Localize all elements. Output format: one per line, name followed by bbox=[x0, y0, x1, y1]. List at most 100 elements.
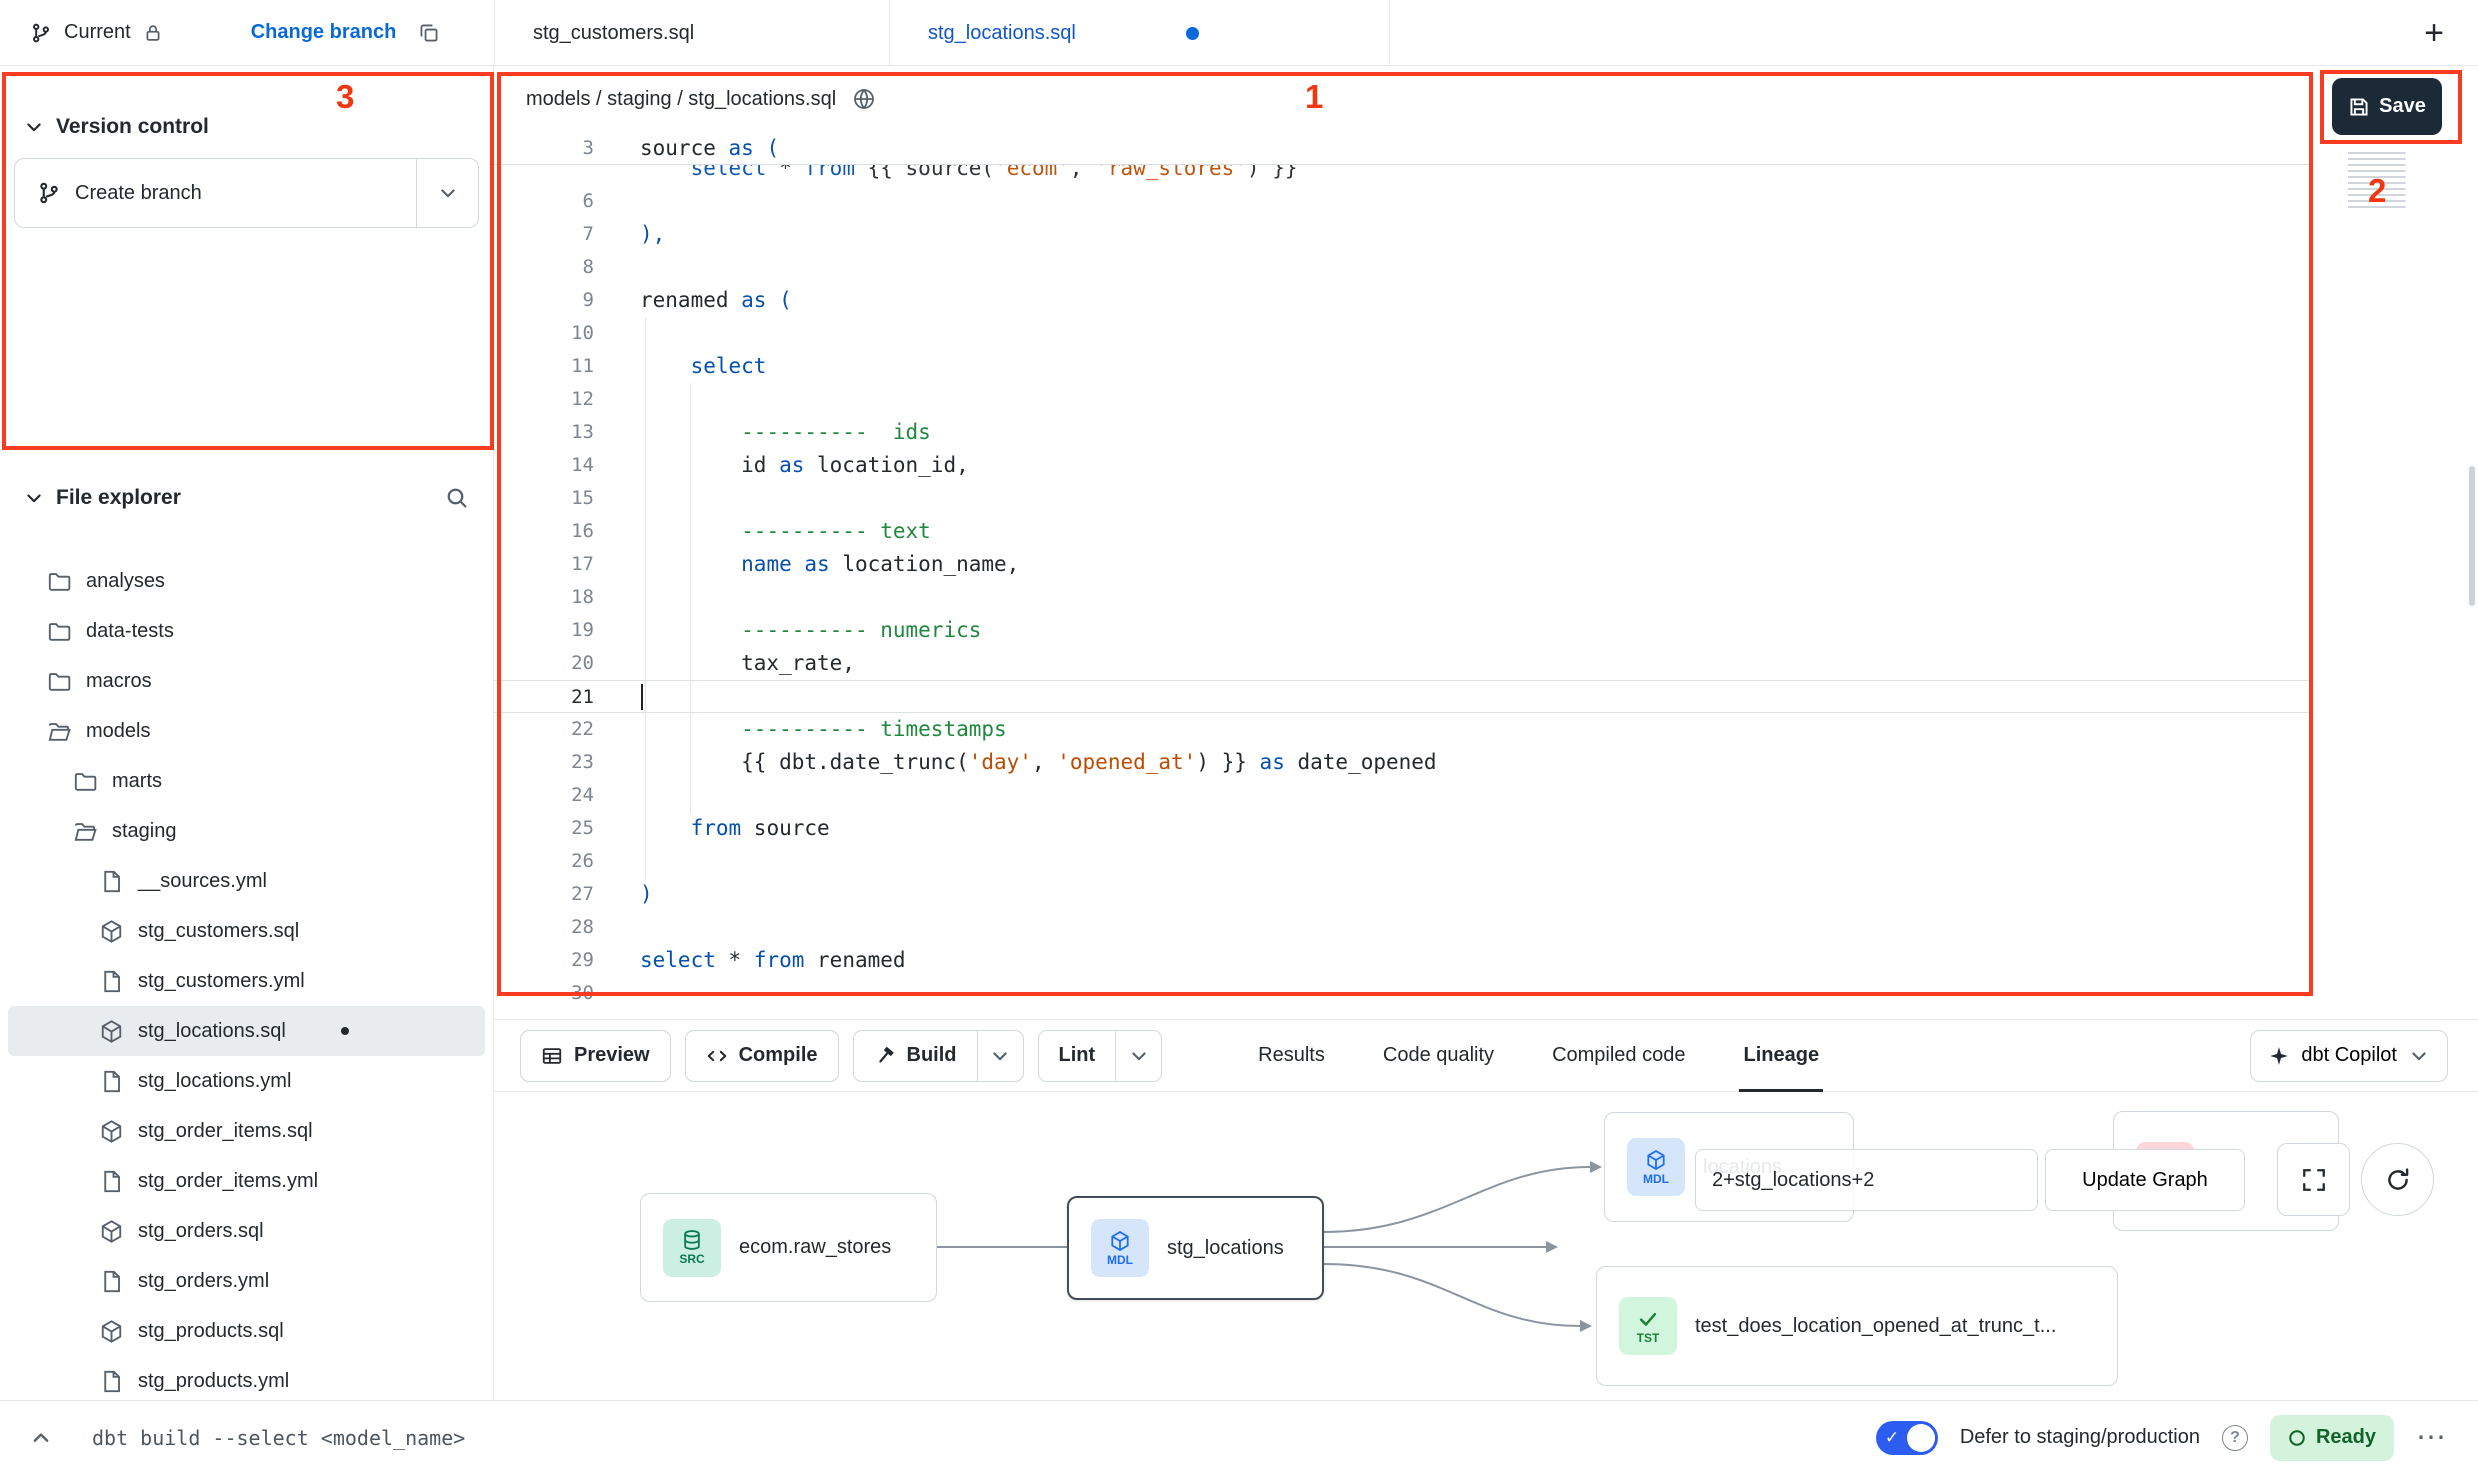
code-line-19[interactable]: 19 ---------- numerics bbox=[494, 614, 2312, 647]
file-item-stg_orders.yml[interactable]: stg_orders.yml bbox=[8, 1256, 485, 1306]
code-line-24[interactable]: 24 bbox=[494, 779, 2312, 812]
code-line-28[interactable]: 28 bbox=[494, 911, 2312, 944]
file-item-stg_order_items.yml[interactable]: stg_order_items.yml bbox=[8, 1156, 485, 1206]
lineage-selector-input[interactable]: 2+stg_locations+2 bbox=[1695, 1149, 2038, 1211]
file-icon bbox=[99, 1069, 125, 1094]
code-line-25[interactable]: 25 from source bbox=[494, 812, 2312, 845]
lineage-node-source[interactable]: SRC ecom.raw_stores bbox=[640, 1193, 937, 1302]
more-options-button[interactable]: ⋯ bbox=[2416, 1428, 2448, 1448]
file-item-stg_products.sql[interactable]: stg_products.sql bbox=[8, 1306, 485, 1356]
file-item-models[interactable]: models bbox=[8, 706, 485, 756]
code-line-30[interactable]: 30 bbox=[494, 977, 2312, 1010]
tab-stg-customers-sql[interactable]: stg_customers.sql bbox=[494, 0, 890, 66]
code-line-10[interactable]: 10 bbox=[494, 317, 2312, 350]
file-item-stg_order_items.sql[interactable]: stg_order_items.sql bbox=[8, 1106, 485, 1156]
file-item-analyses[interactable]: analyses bbox=[8, 556, 485, 606]
defer-label: Defer to staging/production bbox=[1960, 1426, 2200, 1449]
code-line-15[interactable]: 15 bbox=[494, 482, 2312, 515]
compile-button[interactable]: Compile bbox=[685, 1030, 839, 1082]
file-item-stg_locations.yml[interactable]: stg_locations.yml bbox=[8, 1056, 485, 1106]
folder-open-icon bbox=[47, 719, 73, 744]
create-branch-dropdown[interactable] bbox=[416, 159, 478, 227]
search-icon[interactable] bbox=[445, 486, 469, 510]
sidebar: Version control Create branch File explo… bbox=[0, 66, 494, 1400]
build-command-text: dbt build --select <model_name> bbox=[92, 1426, 465, 1450]
code-line-8[interactable]: 8 bbox=[494, 251, 2312, 284]
code-line-21[interactable]: 21 bbox=[494, 680, 2312, 713]
code-line-13[interactable]: 13 ---------- ids bbox=[494, 416, 2312, 449]
minimap[interactable] bbox=[2348, 152, 2420, 208]
create-branch-button[interactable]: Create branch bbox=[15, 159, 416, 227]
scrollbar-thumb[interactable] bbox=[2469, 466, 2475, 606]
file-label: stg_locations.yml bbox=[138, 1070, 291, 1093]
code-line-29[interactable]: 29select * from renamed bbox=[494, 944, 2312, 977]
code-editor[interactable]: 3 source as ( select * from {{ source('e… bbox=[494, 132, 2312, 1019]
defer-toggle[interactable]: ✓ bbox=[1876, 1421, 1938, 1455]
update-graph-button[interactable]: Update Graph bbox=[2045, 1149, 2245, 1211]
code-line-27[interactable]: 27) bbox=[494, 878, 2312, 911]
current-branch-control[interactable]: Current bbox=[30, 21, 163, 44]
file-explorer-header[interactable]: File explorer bbox=[0, 468, 493, 528]
file-item-stg_orders.sql[interactable]: stg_orders.sql bbox=[8, 1206, 485, 1256]
code-line-7[interactable]: 7), bbox=[494, 218, 2312, 251]
file-label: stg_order_items.sql bbox=[138, 1120, 313, 1143]
version-control-header[interactable]: Version control bbox=[0, 66, 493, 158]
toggle-knob bbox=[1907, 1424, 1935, 1452]
code-line-18[interactable]: 18 bbox=[494, 581, 2312, 614]
tab-lineage[interactable]: Lineage bbox=[1743, 1019, 1819, 1092]
change-branch-link[interactable]: Change branch bbox=[251, 21, 397, 44]
file-item-data-tests[interactable]: data-tests bbox=[8, 606, 485, 656]
help-icon[interactable]: ? bbox=[2222, 1425, 2248, 1451]
tab-stg-locations-sql[interactable]: stg_locations.sql bbox=[890, 0, 1390, 66]
code-line-12[interactable]: 12 bbox=[494, 383, 2312, 416]
code-line-9[interactable]: 9renamed as ( bbox=[494, 284, 2312, 317]
source-node-icon: SRC bbox=[663, 1219, 721, 1277]
code-line-23[interactable]: 23 {{ dbt.date_trunc('day', 'opened_at')… bbox=[494, 746, 2312, 779]
tab-results[interactable]: Results bbox=[1258, 1019, 1325, 1092]
preview-button[interactable]: Preview bbox=[520, 1030, 671, 1082]
file-item-__sources.yml[interactable]: __sources.yml bbox=[8, 856, 485, 906]
file-item-macros[interactable]: macros bbox=[8, 656, 485, 706]
tab-compiled-code[interactable]: Compiled code bbox=[1552, 1019, 1685, 1092]
chevron-up-icon[interactable] bbox=[30, 1427, 52, 1449]
globe-icon[interactable] bbox=[852, 87, 876, 111]
model-node-icon: MDL bbox=[1627, 1138, 1685, 1196]
file-label: stg_orders.sql bbox=[138, 1220, 264, 1243]
tab-code-quality[interactable]: Code quality bbox=[1383, 1019, 1494, 1092]
lineage-canvas[interactable]: SRC ecom.raw_stores MDL stg_locations MD… bbox=[494, 1092, 2478, 1400]
lint-button[interactable]: Lint bbox=[1038, 1030, 1117, 1082]
file-item-stg_locations.sql[interactable]: stg_locations.sql bbox=[8, 1006, 485, 1056]
fullscreen-button[interactable] bbox=[2277, 1143, 2350, 1216]
lineage-node-test[interactable]: TST test_does_location_opened_at_trunc_t… bbox=[1596, 1266, 2118, 1386]
file-item-stg_customers.yml[interactable]: stg_customers.yml bbox=[8, 956, 485, 1006]
file-label: stg_products.sql bbox=[138, 1320, 284, 1343]
file-item-marts[interactable]: marts bbox=[8, 756, 485, 806]
code-line-6[interactable]: 6 bbox=[494, 185, 2312, 218]
file-label: stg_order_items.yml bbox=[138, 1170, 318, 1193]
code-icon bbox=[706, 1045, 728, 1067]
node-label: stg_locations bbox=[1167, 1237, 1284, 1260]
code-line-26[interactable]: 26 bbox=[494, 845, 2312, 878]
code-line-20[interactable]: 20 tax_rate, bbox=[494, 647, 2312, 680]
build-dropdown[interactable] bbox=[978, 1030, 1024, 1082]
lineage-node-stg-locations[interactable]: MDL stg_locations bbox=[1067, 1196, 1324, 1300]
file-item-staging[interactable]: staging bbox=[8, 806, 485, 856]
new-tab-button[interactable]: + bbox=[2424, 16, 2444, 50]
file-label: stg_locations.sql bbox=[138, 1020, 286, 1043]
code-line-17[interactable]: 17 name as location_name, bbox=[494, 548, 2312, 581]
copy-icon[interactable] bbox=[418, 22, 440, 44]
lint-dropdown[interactable] bbox=[1116, 1030, 1162, 1082]
code-line-16[interactable]: 16 ---------- text bbox=[494, 515, 2312, 548]
code-line-22[interactable]: 22 ---------- timestamps bbox=[494, 713, 2312, 746]
clipped-code-line: select * from {{ source('ecom', 'raw_sto… bbox=[494, 165, 2312, 185]
file-label: __sources.yml bbox=[138, 870, 267, 893]
file-item-stg_products.yml[interactable]: stg_products.yml bbox=[8, 1356, 485, 1400]
code-line-14[interactable]: 14 id as location_id, bbox=[494, 449, 2312, 482]
build-button[interactable]: Build bbox=[853, 1030, 978, 1082]
save-button[interactable]: Save bbox=[2332, 78, 2442, 135]
dbt-copilot-button[interactable]: dbt Copilot bbox=[2250, 1030, 2448, 1082]
file-item-stg_customers.sql[interactable]: stg_customers.sql bbox=[8, 906, 485, 956]
refresh-button[interactable] bbox=[2361, 1143, 2434, 1216]
node-label: ecom.raw_stores bbox=[739, 1236, 891, 1259]
code-line-11[interactable]: 11 select bbox=[494, 350, 2312, 383]
